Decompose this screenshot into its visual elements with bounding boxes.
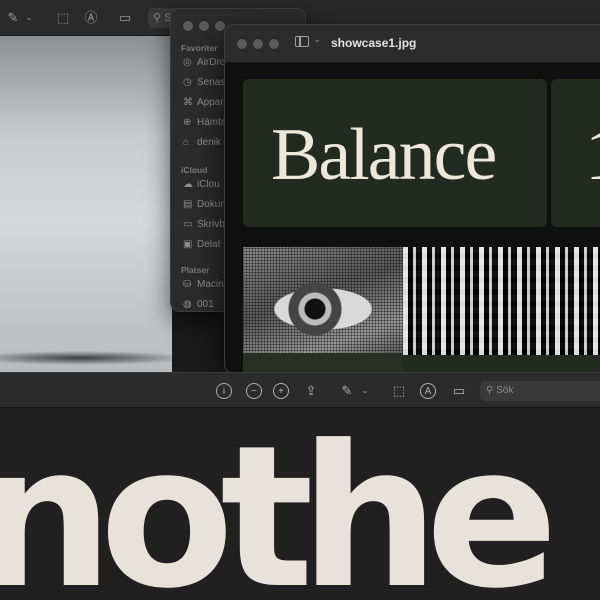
cloud-icon: ☁ [183, 179, 193, 190]
back-window-image [0, 36, 172, 372]
sidebar-item-delat[interactable]: ▣ Delat [183, 237, 220, 253]
annotate-icon[interactable]: A [420, 383, 436, 399]
sidebar-item-home[interactable]: ⌂ denik [183, 135, 221, 151]
pixel-noise-image [403, 247, 600, 355]
big-type-image: nothe [0, 408, 600, 600]
big-headline-text: nothe [0, 408, 558, 600]
second-card: 1 [551, 79, 600, 227]
balance-heading: Balance [271, 114, 497, 196]
eye-tile-strip [243, 353, 403, 373]
clock-icon: ◷ [183, 77, 192, 88]
sidebar-header-icloud: iCloud [181, 165, 208, 175]
download-icon: ⊕ [183, 117, 192, 128]
annotate-icon[interactable]: Ⓐ [82, 9, 100, 27]
preview-window: ⌄ showcase1.jpg Balance 1 [224, 24, 600, 374]
globe-icon: ◍ [183, 299, 192, 310]
minimize-window-button[interactable] [253, 39, 263, 49]
info-icon[interactable]: i [216, 383, 232, 399]
close-window-button[interactable] [183, 21, 193, 31]
preview-titlebar: ⌄ showcase1.jpg [225, 25, 600, 63]
sidebar-header-favoriter: Favoriter [181, 43, 218, 53]
airdrop-icon: ◎ [183, 57, 192, 68]
sidebar-item-skrivbord[interactable]: ▭ Skrivb [183, 217, 225, 233]
second-card-glyph: 1 [585, 113, 600, 198]
search-field[interactable]: ⚲ Sök [480, 381, 600, 401]
home-icon: ⌂ [183, 137, 190, 148]
minimize-window-button[interactable] [199, 21, 209, 31]
chevron-down-icon[interactable]: ⌄ [356, 382, 374, 400]
sidebar-item-icloud-drive[interactable]: ☁ iClou [183, 177, 220, 193]
close-window-button[interactable] [237, 39, 247, 49]
rotate-icon[interactable]: ⬚ [390, 382, 408, 400]
apps-icon: ⌘ [183, 97, 193, 108]
document-icon: ▤ [183, 199, 193, 210]
zoom-window-button[interactable] [269, 39, 279, 49]
markup-pen-icon[interactable]: ✎ [338, 382, 356, 400]
search-icon: ⚲ [153, 12, 162, 24]
sidebar-item-dokument[interactable]: ▤ Dokum [183, 197, 229, 213]
zoom-window-button[interactable] [215, 21, 225, 31]
sidebar-item-hamtade[interactable]: ⊕ Hämta [183, 115, 226, 131]
zoom-out-icon[interactable]: − [246, 383, 262, 399]
chevron-down-icon[interactable]: ⌄ [314, 35, 321, 44]
disk-icon: ⛁ [183, 279, 192, 290]
zoom-in-icon[interactable]: + [273, 383, 289, 399]
form-fill-icon[interactable]: ▭ [116, 9, 134, 27]
sidebar-toggle-icon[interactable] [295, 36, 309, 47]
sidebar-item-001[interactable]: ◍ 001 [183, 297, 214, 311]
sidebar-item-macintosh[interactable]: ⛁ Macin [183, 277, 224, 293]
search-placeholder: Sök [496, 385, 514, 396]
form-fill-icon[interactable]: ▭ [450, 382, 468, 400]
window-title: showcase1.jpg [331, 36, 417, 50]
bottom-window-toolbar: i − + ⇪ ✎ ⌄ ⬚ A ▭ ⚲ Sök [0, 372, 600, 408]
desktop-icon: ▭ [183, 219, 193, 230]
image-canvas: Balance 1 [225, 63, 600, 373]
share-icon[interactable]: ⇪ [302, 382, 320, 400]
chevron-down-icon[interactable]: ⌄ [20, 9, 38, 27]
sidebar-header-platser: Platser [181, 265, 210, 275]
shared-folder-icon: ▣ [183, 239, 193, 250]
sidebar-item-appar[interactable]: ⌘ Appar [183, 95, 224, 111]
search-icon: ⚲ [486, 385, 494, 396]
rotate-icon[interactable]: ⬚ [54, 9, 72, 27]
sidebar-item-senaste[interactable]: ◷ Senas [183, 75, 225, 91]
balance-card: Balance [243, 79, 547, 227]
